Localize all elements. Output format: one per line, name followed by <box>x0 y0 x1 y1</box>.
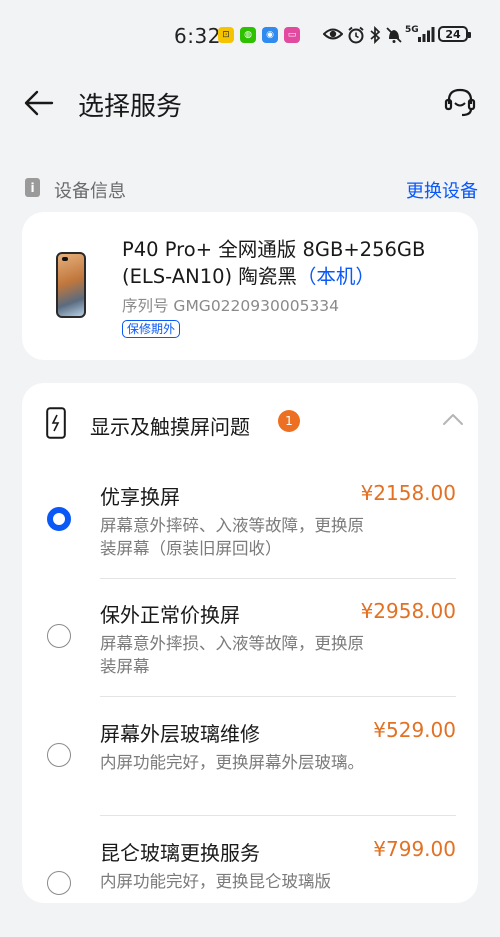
divider <box>100 578 456 579</box>
service-card: 显示及触摸屏问题 1 优享换屏 ¥2158.00 屏幕意外摔碎、入液等故障，更换… <box>22 383 478 903</box>
warranty-status-badge: 保修期外 <box>122 320 181 338</box>
option-description: 屏幕意外摔碎、入液等故障，更换原装屏幕（原装旧屏回收） <box>100 516 364 558</box>
alarm-icon <box>348 26 364 44</box>
info-icon: i <box>25 178 40 197</box>
phone-image <box>56 252 86 318</box>
touchscreen-icon <box>46 407 66 439</box>
eye-icon <box>323 28 343 40</box>
option-description: 内屏功能完好，更换昆仑玻璃版 <box>100 872 331 891</box>
serial-number: 序列号 GMG0220930005334 <box>122 297 340 315</box>
option-name: 保外正常价换屏 <box>100 603 240 627</box>
status-time: 6:32 <box>174 24 221 48</box>
app-notification-icon: ⊡ <box>218 27 234 43</box>
radio-button-selected[interactable] <box>47 507 71 531</box>
back-arrow-icon[interactable] <box>22 86 56 120</box>
radio-button[interactable] <box>47 743 71 767</box>
option-price: ¥2158.00 <box>360 481 456 505</box>
status-bar: 6:32 ⊡ ◍ ◉ ▭ 5G 24 <box>0 0 500 72</box>
category-count-badge: 1 <box>278 410 300 432</box>
mute-icon <box>386 27 402 43</box>
option-name: 优享换屏 <box>100 485 180 509</box>
message-app-icon: ▭ <box>284 27 300 43</box>
device-card: P40 Pro+ 全网通版 8GB+256GB (ELS-AN10) 陶瓷黑（本… <box>22 212 478 360</box>
radio-button[interactable] <box>47 871 71 895</box>
signal-icon <box>418 27 435 42</box>
page-title: 选择服务 <box>78 92 183 122</box>
category-title: 显示及触摸屏问题 <box>90 415 250 439</box>
option-price: ¥529.00 <box>373 718 456 742</box>
local-device-tag: （本机） <box>296 265 375 288</box>
device-name: P40 Pro+ 全网通版 8GB+256GB (ELS-AN10) 陶瓷黑（本… <box>122 236 452 290</box>
device-section-title: 设备信息 <box>54 181 126 202</box>
service-option[interactable]: 屏幕外层玻璃维修 ¥529.00 内屏功能完好，更换屏幕外层玻璃。 <box>22 700 478 818</box>
bluetooth-icon <box>370 26 381 44</box>
option-price: ¥2958.00 <box>360 599 456 623</box>
radio-button[interactable] <box>47 624 71 648</box>
change-device-link[interactable]: 更换设备 <box>406 177 478 203</box>
option-description: 屏幕意外摔损、入液等故障，更换原装屏幕 <box>100 634 364 676</box>
divider <box>100 815 456 816</box>
battery-icon: 24 <box>438 26 471 42</box>
wechat-icon: ◍ <box>240 27 256 43</box>
option-price: ¥799.00 <box>373 837 456 861</box>
option-name: 昆仑玻璃更换服务 <box>100 841 260 865</box>
service-option[interactable]: 昆仑玻璃更换服务 ¥799.00 内屏功能完好，更换昆仑玻璃版 <box>22 819 478 937</box>
option-name: 屏幕外层玻璃维修 <box>100 722 260 746</box>
service-option[interactable]: 保外正常价换屏 ¥2958.00 屏幕意外摔损、入液等故障，更换原装屏幕 <box>22 581 478 699</box>
service-option[interactable]: 优享换屏 ¥2158.00 屏幕意外摔碎、入液等故障，更换原装屏幕（原装旧屏回收… <box>22 463 478 581</box>
device-model: P40 Pro+ 全网通版 8GB+256GB (ELS-AN10) 陶瓷黑 <box>122 238 426 288</box>
wifi-app-icon: ◉ <box>262 27 278 43</box>
customer-service-icon[interactable] <box>442 85 478 121</box>
divider <box>100 696 456 697</box>
chevron-up-icon[interactable] <box>442 411 464 427</box>
option-description: 内屏功能完好，更换屏幕外层玻璃。 <box>100 753 364 772</box>
